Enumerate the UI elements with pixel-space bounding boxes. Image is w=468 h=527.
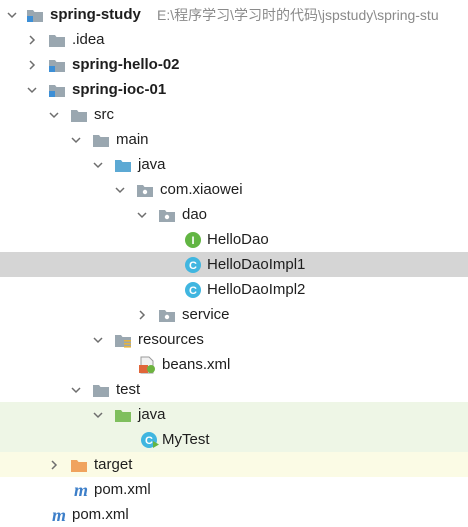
tree-row-com-xiaowei[interactable]: com.xiaowei	[0, 177, 468, 202]
interface-icon: I	[184, 227, 202, 252]
chevron-down-icon[interactable]	[6, 2, 18, 27]
source-root-folder-icon	[114, 152, 132, 177]
chevron-down-icon[interactable]	[136, 202, 148, 227]
tree-label: test	[116, 381, 141, 398]
chevron-down-icon[interactable]	[70, 127, 82, 152]
tree-row-hellodaoimpl1[interactable]: C HelloDaoImpl1	[0, 252, 468, 277]
test-class-icon: C	[140, 427, 160, 452]
tree-row-java-main[interactable]: java	[0, 152, 468, 177]
folder-icon	[92, 127, 110, 152]
chevron-down-icon[interactable]	[26, 77, 38, 102]
tree-label: main	[116, 131, 149, 148]
tree-row-hellodao[interactable]: I HelloDao	[0, 227, 468, 252]
tree-label: spring-ioc-01	[72, 81, 167, 98]
chevron-down-icon[interactable]	[92, 327, 104, 352]
chevron-down-icon[interactable]	[70, 377, 82, 402]
tree-row-java-test[interactable]: java	[0, 402, 468, 427]
spring-xml-icon	[138, 352, 156, 377]
svg-text:m: m	[52, 506, 66, 524]
tree-row-pom-xml-root[interactable]: m pom.xml	[0, 502, 468, 527]
project-tree: spring-study E:\程序学习\学习时的代码\jspstudy\spr…	[0, 0, 468, 527]
tree-label: java	[138, 156, 166, 173]
svg-text:C: C	[145, 435, 153, 447]
package-icon	[136, 177, 154, 202]
tree-label: spring-hello-02	[72, 56, 180, 73]
tree-label: HelloDaoImpl2	[207, 281, 306, 298]
tree-label: target	[94, 456, 133, 473]
chevron-right-icon[interactable]	[26, 52, 38, 77]
tree-label: MyTest	[162, 431, 210, 448]
maven-icon: m	[50, 502, 68, 527]
package-icon	[158, 302, 176, 327]
test-source-folder-icon	[114, 402, 132, 427]
tree-row-resources[interactable]: resources	[0, 327, 468, 352]
tree-row-spring-study[interactable]: spring-study E:\程序学习\学习时的代码\jspstudy\spr…	[0, 2, 468, 27]
module-folder-icon	[48, 52, 66, 77]
tree-label: HelloDaoImpl1	[207, 256, 306, 273]
chevron-down-icon[interactable]	[92, 152, 104, 177]
chevron-down-icon[interactable]	[114, 177, 126, 202]
tree-label: pom.xml	[94, 481, 151, 498]
svg-text:m: m	[74, 481, 88, 499]
chevron-right-icon[interactable]	[48, 452, 60, 477]
resources-folder-icon	[114, 327, 132, 352]
tree-label: java	[138, 406, 166, 423]
folder-icon	[70, 102, 88, 127]
tree-label: HelloDao	[207, 231, 269, 248]
module-path: E:\程序学习\学习时的代码\jspstudy\spring-stu	[157, 6, 439, 23]
svg-text:C: C	[189, 285, 197, 297]
chevron-down-icon[interactable]	[92, 402, 104, 427]
class-icon: C	[184, 277, 202, 302]
tree-label: .idea	[72, 31, 105, 48]
class-icon: C	[184, 252, 202, 277]
tree-label: pom.xml	[72, 506, 129, 523]
package-icon	[158, 202, 176, 227]
tree-row-hellodaoimpl2[interactable]: C HelloDaoImpl2	[0, 277, 468, 302]
tree-label: resources	[138, 331, 204, 348]
excluded-folder-icon	[70, 452, 88, 477]
chevron-right-icon[interactable]	[136, 302, 148, 327]
tree-label: spring-study	[50, 6, 141, 23]
tree-label: com.xiaowei	[160, 181, 243, 198]
tree-row-main[interactable]: main	[0, 127, 468, 152]
svg-text:I: I	[191, 235, 194, 247]
tree-row-mytest[interactable]: C MyTest	[0, 427, 468, 452]
tree-row-idea[interactable]: .idea	[0, 27, 468, 52]
tree-row-spring-hello-02[interactable]: spring-hello-02	[0, 52, 468, 77]
tree-label: src	[94, 106, 114, 123]
chevron-down-icon[interactable]	[48, 102, 60, 127]
tree-row-target[interactable]: target	[0, 452, 468, 477]
module-folder-icon	[48, 77, 66, 102]
tree-row-src[interactable]: src	[0, 102, 468, 127]
folder-icon	[48, 27, 66, 52]
tree-label: service	[182, 306, 230, 323]
tree-row-pom-xml[interactable]: m pom.xml	[0, 477, 468, 502]
tree-label: dao	[182, 206, 208, 223]
tree-row-beans-xml[interactable]: beans.xml	[0, 352, 468, 377]
maven-icon: m	[72, 477, 90, 502]
tree-row-test[interactable]: test	[0, 377, 468, 402]
tree-row-service[interactable]: service	[0, 302, 468, 327]
svg-text:C: C	[189, 260, 197, 272]
chevron-right-icon[interactable]	[26, 27, 38, 52]
module-folder-icon	[26, 2, 44, 27]
tree-label: beans.xml	[162, 356, 231, 373]
tree-row-dao[interactable]: dao	[0, 202, 468, 227]
tree-row-spring-ioc-01[interactable]: spring-ioc-01	[0, 77, 468, 102]
folder-icon	[92, 377, 110, 402]
